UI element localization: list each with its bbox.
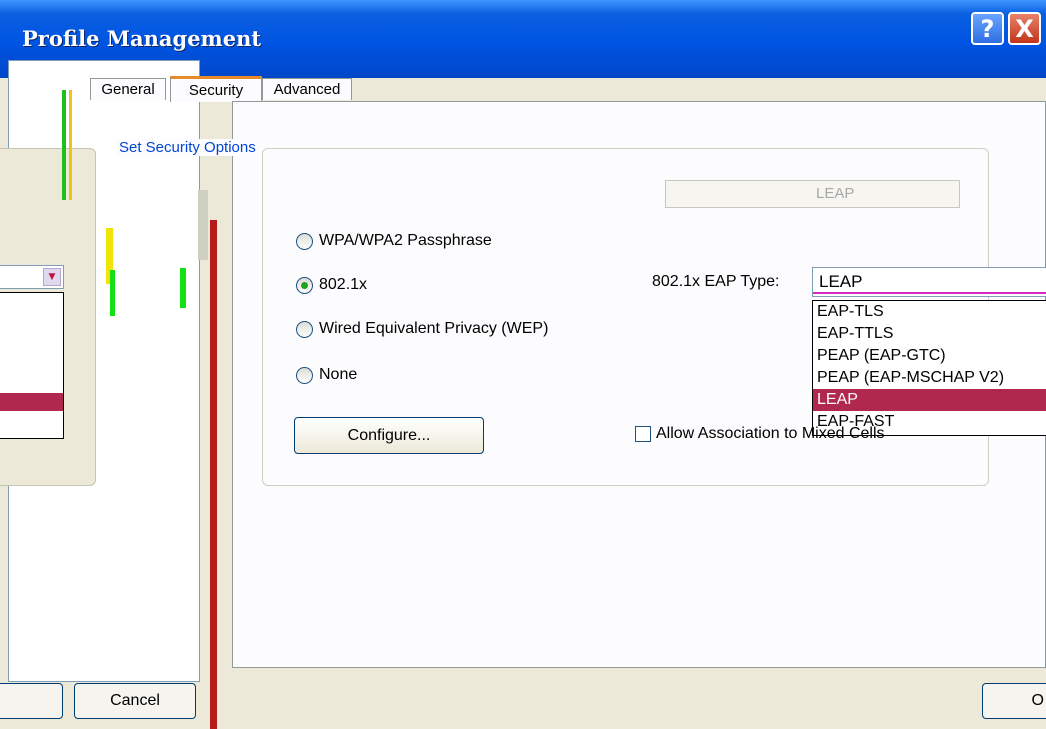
radio-checked-icon[interactable] [296, 276, 313, 294]
background-combo[interactable]: ▼ [0, 265, 64, 289]
cancel-button[interactable]: Cancel [74, 683, 196, 719]
ghost-eap-combo: LEAP [665, 180, 960, 208]
eap-option[interactable]: PEAP (EAP-GTC) [813, 345, 1046, 367]
close-button[interactable]: X [1008, 12, 1041, 45]
radio-label: WPA/WPA2 Passphrase [319, 232, 492, 249]
glitch-artifact [180, 268, 186, 308]
window-title: Profile Management [22, 26, 262, 51]
tab-general[interactable]: General [90, 78, 166, 100]
checkbox-icon[interactable] [635, 426, 651, 442]
radio-wpa-passphrase[interactable]: WPA/WPA2 Passphrase [296, 232, 492, 250]
security-options-label: Set Security Options [115, 139, 260, 156]
glitch-artifact [62, 90, 66, 200]
radio-label: Wired Equivalent Privacy (WEP) [319, 320, 549, 337]
radio-8021x[interactable]: 802.1x [296, 276, 367, 294]
glitch-artifact [198, 190, 208, 260]
background-ok-button[interactable] [0, 683, 63, 719]
help-button[interactable]: ? [971, 12, 1004, 45]
eap-option-selected[interactable]: LEAP [813, 389, 1046, 411]
ghost-combo-value: LEAP [816, 185, 855, 202]
help-icon: ? [980, 14, 995, 43]
glitch-artifact [69, 90, 72, 200]
eap-option[interactable]: PEAP (EAP-MSCHAP V2) [813, 367, 1046, 389]
eap-type-dropdown[interactable]: EAP-TLS EAP-TTLS PEAP (EAP-GTC) PEAP (EA… [812, 300, 1046, 436]
combo-focus-underline [813, 292, 1046, 294]
chevron-down-icon[interactable]: ▼ [43, 268, 61, 286]
background-list[interactable] [0, 292, 64, 439]
radio-icon[interactable] [296, 320, 313, 338]
radio-wep[interactable]: Wired Equivalent Privacy (WEP) [296, 320, 548, 338]
ok-button[interactable]: O [982, 683, 1046, 719]
radio-label: 802.1x [319, 276, 368, 293]
eap-type-combo[interactable]: LEAP [812, 267, 1046, 297]
glitch-artifact [110, 270, 115, 316]
red-separator-artifact [210, 220, 217, 729]
mixed-cells-label: Allow Association to Mixed Cells [656, 425, 885, 442]
mixed-cells-checkbox-row[interactable]: Allow Association to Mixed Cells [635, 425, 885, 443]
radio-icon[interactable] [296, 366, 313, 384]
radio-icon[interactable] [296, 232, 313, 250]
close-icon: X [1015, 14, 1034, 43]
eap-type-value: LEAP [819, 272, 863, 291]
background-list-selection [0, 393, 63, 411]
eap-option[interactable]: EAP-TTLS [813, 323, 1046, 345]
tab-security[interactable]: Security [170, 76, 262, 102]
eap-option[interactable]: EAP-TLS [813, 301, 1046, 323]
configure-button[interactable]: Configure... [294, 417, 484, 454]
radio-none[interactable]: None [296, 366, 357, 384]
radio-label: None [319, 366, 358, 383]
tab-advanced[interactable]: Advanced [262, 78, 352, 100]
eap-type-label: 802.1x EAP Type: [652, 273, 780, 290]
